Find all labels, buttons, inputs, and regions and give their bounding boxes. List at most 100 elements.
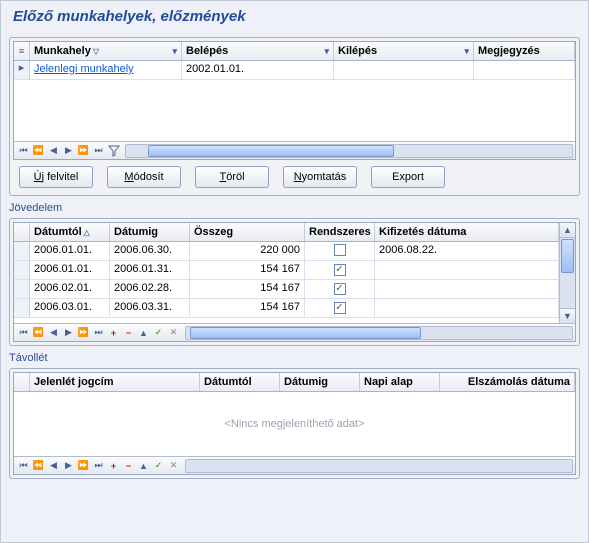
new-button[interactable]: Új felvitel (19, 166, 93, 188)
nav-first-icon[interactable]: ⏮ (16, 458, 31, 473)
nav-first-icon[interactable]: ⏮ (16, 143, 31, 158)
cell-reg[interactable]: ✓ (305, 280, 375, 298)
cell-reg[interactable]: ✓ (305, 261, 375, 279)
nav-nextpage-icon[interactable]: ⏩ (76, 143, 91, 158)
cell-to[interactable]: 2006.02.28. (110, 280, 190, 298)
cell-to[interactable]: 2006.01.31. (110, 261, 190, 279)
absence-grid: Jelenlét jogcím Dátumtól Dátumig Napi al… (13, 372, 576, 475)
col-daily[interactable]: Napi alap (360, 373, 440, 391)
nav-prev-icon[interactable]: ◀ (46, 143, 61, 158)
checkbox-icon[interactable] (334, 244, 346, 256)
remove-icon[interactable]: − (121, 458, 136, 473)
vscrollbar[interactable]: ▲ ▼ (559, 223, 575, 323)
row-indicator-icon (14, 299, 30, 317)
cell-to[interactable]: 2006.06.30. (110, 242, 190, 260)
cell-end[interactable] (334, 61, 474, 79)
nav-last-icon[interactable]: ⏭ (91, 325, 106, 340)
export-button[interactable]: Export (371, 166, 445, 188)
cell-sum[interactable]: 154 167 (190, 261, 305, 279)
edit-icon[interactable]: ▲ (136, 325, 151, 340)
col-title[interactable]: Jelenlét jogcím (30, 373, 200, 391)
cell-paid[interactable] (375, 261, 559, 279)
cell-from[interactable]: 2006.01.01. (30, 261, 110, 279)
print-button[interactable]: Nyomtatás (283, 166, 357, 188)
col-workplace[interactable]: Munkahely ▽ ▾ (30, 42, 182, 60)
nav-next-icon[interactable]: ▶ (61, 458, 76, 473)
nav-prev-icon[interactable]: ◀ (46, 325, 61, 340)
nav-next-icon[interactable]: ▶ (61, 325, 76, 340)
cell-sum[interactable]: 220 000 (190, 242, 305, 260)
cancel-icon[interactable]: ✕ (166, 458, 181, 473)
filter-dropdown-icon[interactable]: ▾ (324, 46, 329, 57)
nav-prevpage-icon[interactable]: ⏪ (31, 458, 46, 473)
col-sum[interactable]: Összeg (190, 223, 305, 241)
add-icon[interactable]: + (106, 458, 121, 473)
scroll-thumb[interactable] (561, 239, 574, 273)
table-row[interactable]: 2006.01.01.2006.01.31.154 167 ✓ (14, 261, 559, 280)
table-row[interactable]: 2006.01.01.2006.06.30.220 000 2006.08.22. (14, 242, 559, 261)
nav-nextpage-icon[interactable]: ⏩ (76, 458, 91, 473)
cell-start[interactable]: 2002.01.01. (182, 61, 334, 79)
filter-dropdown-icon[interactable]: ▾ (464, 46, 469, 57)
nav-last-icon[interactable]: ⏭ (91, 143, 106, 158)
col-from2[interactable]: Dátumtól (200, 373, 280, 391)
nav-prevpage-icon[interactable]: ⏪ (31, 325, 46, 340)
cell-paid[interactable]: 2006.08.22. (375, 242, 559, 260)
cell-note[interactable] (474, 61, 575, 79)
col-sum-label: Összeg (194, 226, 233, 238)
col-to[interactable]: Dátumig (110, 223, 190, 241)
cell-from[interactable]: 2006.01.01. (30, 242, 110, 260)
col-start[interactable]: Belépés ▾ (182, 42, 334, 60)
nav-prev-icon[interactable]: ◀ (46, 458, 61, 473)
filter-dropdown-icon[interactable]: ▾ (172, 46, 177, 57)
nav-nextpage-icon[interactable]: ⏩ (76, 325, 91, 340)
filter-icon[interactable] (106, 143, 121, 158)
cell-paid[interactable] (375, 299, 559, 317)
add-icon[interactable]: + (106, 325, 121, 340)
cell-paid[interactable] (375, 280, 559, 298)
nav-next-icon[interactable]: ▶ (61, 143, 76, 158)
remove-icon[interactable]: − (121, 325, 136, 340)
confirm-icon[interactable]: ✓ (151, 458, 166, 473)
col-workplace-label: Munkahely (34, 45, 91, 57)
col-from[interactable]: Dátumtól △ (30, 223, 110, 241)
col-paid[interactable]: Kifizetés dátuma (375, 223, 559, 241)
table-row[interactable]: 2006.02.01.2006.02.28.154 167 ✓ (14, 280, 559, 299)
col-note[interactable]: Megjegyzés (474, 42, 575, 60)
confirm-icon[interactable]: ✓ (151, 325, 166, 340)
hscrollbar[interactable] (185, 459, 573, 473)
cell-sum[interactable]: 154 167 (190, 280, 305, 298)
scroll-thumb[interactable] (190, 327, 422, 339)
cell-from[interactable]: 2006.02.01. (30, 280, 110, 298)
cell-from[interactable]: 2006.03.01. (30, 299, 110, 317)
scroll-down-icon[interactable]: ▼ (560, 308, 575, 323)
hscrollbar[interactable] (125, 144, 573, 158)
income-body: 2006.01.01.2006.06.30.220 000 2006.08.22.… (14, 242, 559, 318)
table-row[interactable]: 2006.03.01.2006.03.31.154 167 ✓ (14, 299, 559, 318)
checkbox-icon[interactable]: ✓ (334, 302, 346, 314)
scroll-thumb[interactable] (148, 145, 393, 157)
nav-first-icon[interactable]: ⏮ (16, 325, 31, 340)
checkbox-icon[interactable]: ✓ (334, 264, 346, 276)
edit-icon[interactable]: ▲ (136, 458, 151, 473)
cell-sum[interactable]: 154 167 (190, 299, 305, 317)
col-settle[interactable]: Elszámolás dátuma (440, 373, 575, 391)
cell-to[interactable]: 2006.03.31. (110, 299, 190, 317)
cell-workplace-name[interactable]: Jelenlegi munkahely (30, 61, 182, 79)
cell-reg[interactable] (305, 242, 375, 260)
col-to2[interactable]: Dátumig (280, 373, 360, 391)
table-row[interactable]: ▸ Jelenlegi munkahely 2002.01.01. (14, 61, 575, 80)
main-window: Előző munkahelyek, előzmények ≡ Munkahel… (0, 0, 589, 543)
checkbox-icon[interactable]: ✓ (334, 283, 346, 295)
modify-button[interactable]: Módosít (107, 166, 181, 188)
nav-prevpage-icon[interactable]: ⏪ (31, 143, 46, 158)
col-paid-label: Kifizetés dátuma (379, 226, 466, 238)
cancel-icon[interactable]: ✕ (166, 325, 181, 340)
cell-reg[interactable]: ✓ (305, 299, 375, 317)
nav-last-icon[interactable]: ⏭ (91, 458, 106, 473)
hscrollbar[interactable] (185, 326, 573, 340)
col-reg[interactable]: Rendszeres (305, 223, 375, 241)
col-end[interactable]: Kilépés ▾ (334, 42, 474, 60)
scroll-up-icon[interactable]: ▲ (560, 223, 575, 238)
delete-button[interactable]: Töröl (195, 166, 269, 188)
